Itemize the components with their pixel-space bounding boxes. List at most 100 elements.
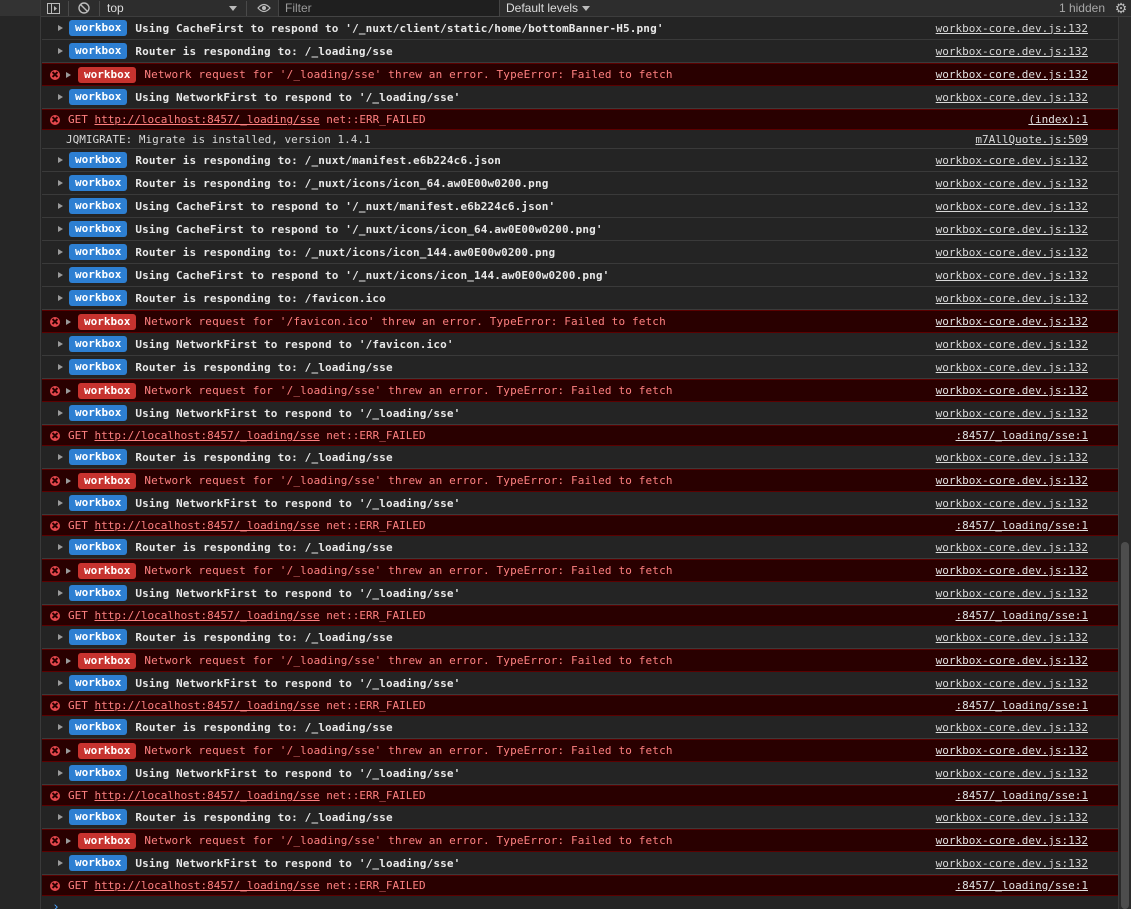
expand-arrow-icon[interactable] — [66, 71, 71, 78]
expand-arrow-icon[interactable] — [58, 180, 63, 186]
request-url-link[interactable]: http://localhost:8457/_loading/sse — [95, 609, 320, 622]
expand-arrow-icon[interactable] — [66, 657, 71, 664]
expand-arrow-icon[interactable] — [58, 410, 63, 416]
request-url-link[interactable]: http://localhost:8457/_loading/sse — [95, 699, 320, 712]
expand-arrow-icon[interactable] — [58, 500, 63, 506]
source-link[interactable]: workbox-core.dev.js:132 — [936, 315, 1088, 328]
source-link[interactable]: workbox-core.dev.js:132 — [936, 564, 1088, 577]
workbox-badge: workbox — [69, 539, 128, 555]
filter-input[interactable]: Filter — [278, 0, 500, 17]
source-link[interactable]: workbox-core.dev.js:132 — [936, 338, 1088, 351]
expand-arrow-icon[interactable] — [58, 814, 63, 820]
source-link[interactable]: :8457/_loading/sse:1 — [956, 429, 1088, 442]
log-message: Router is responding to: /_loading/sse — [135, 540, 393, 554]
source-link[interactable]: workbox-core.dev.js:132 — [936, 541, 1088, 554]
source-link[interactable]: workbox-core.dev.js:132 — [936, 269, 1088, 282]
expand-arrow-icon[interactable] — [58, 226, 63, 232]
log-row-info: workbox Router is responding to: /_loadin… — [42, 716, 1118, 739]
source-link[interactable]: workbox-core.dev.js:132 — [936, 587, 1088, 600]
source-link[interactable]: workbox-core.dev.js:132 — [936, 361, 1088, 374]
live-expression-button[interactable] — [250, 0, 278, 17]
log-row-info: workbox Router is responding to: /_nuxt/i… — [42, 241, 1118, 264]
expand-arrow-icon[interactable] — [58, 249, 63, 255]
context-selector[interactable]: top — [103, 0, 243, 17]
source-link[interactable]: :8457/_loading/sse:1 — [956, 789, 1088, 802]
expand-arrow-icon[interactable] — [58, 634, 63, 640]
source-link[interactable]: (index):1 — [1028, 113, 1088, 126]
expand-arrow-icon[interactable] — [58, 48, 63, 54]
source-link[interactable]: :8457/_loading/sse:1 — [956, 699, 1088, 712]
source-link[interactable]: workbox-core.dev.js:132 — [936, 407, 1088, 420]
source-link[interactable]: workbox-core.dev.js:132 — [936, 154, 1088, 167]
request-url-link[interactable]: http://localhost:8457/_loading/sse — [95, 879, 320, 892]
expand-arrow-icon[interactable] — [58, 364, 63, 370]
expand-arrow-icon[interactable] — [58, 203, 63, 209]
console-messages[interactable]: workbox Using CacheFirst to respond to '/… — [42, 17, 1118, 909]
source-link[interactable]: workbox-core.dev.js:132 — [936, 246, 1088, 259]
row-lead — [42, 762, 66, 784]
clear-console-button[interactable] — [72, 0, 96, 17]
expand-arrow-icon[interactable] — [58, 341, 63, 347]
source-link[interactable]: workbox-core.dev.js:132 — [936, 451, 1088, 464]
source-link[interactable]: workbox-core.dev.js:132 — [936, 811, 1088, 824]
expand-arrow-icon[interactable] — [58, 454, 63, 460]
expand-arrow-icon[interactable] — [66, 387, 71, 394]
request-url-link[interactable]: http://localhost:8457/_loading/sse — [95, 429, 320, 442]
request-url-link[interactable]: http://localhost:8457/_loading/sse — [95, 789, 320, 802]
expand-arrow-icon[interactable] — [58, 680, 63, 686]
source-link[interactable]: workbox-core.dev.js:132 — [936, 177, 1088, 190]
source-link[interactable]: workbox-core.dev.js:132 — [936, 834, 1088, 847]
expand-arrow-icon[interactable] — [58, 94, 63, 100]
expand-arrow-icon[interactable] — [66, 567, 71, 574]
log-row-info: workbox Router is responding to: /_nuxt/m… — [42, 149, 1118, 172]
source-link[interactable]: workbox-core.dev.js:132 — [936, 45, 1088, 58]
expand-arrow-icon[interactable] — [58, 157, 63, 163]
expand-arrow-icon[interactable] — [58, 272, 63, 278]
expand-arrow-icon[interactable] — [58, 770, 63, 776]
source-link[interactable]: workbox-core.dev.js:132 — [936, 200, 1088, 213]
chevron-down-icon — [229, 5, 237, 11]
source-link[interactable]: :8457/_loading/sse:1 — [956, 519, 1088, 532]
source-link[interactable]: workbox-core.dev.js:132 — [936, 654, 1088, 667]
request-url-link[interactable]: http://localhost:8457/_loading/sse — [95, 519, 320, 532]
expand-arrow-icon[interactable] — [58, 590, 63, 596]
source-link[interactable]: workbox-core.dev.js:132 — [936, 767, 1088, 780]
expand-arrow-icon[interactable] — [58, 295, 63, 301]
scrollbar-thumb[interactable] — [1121, 542, 1129, 909]
source-link[interactable]: workbox-core.dev.js:132 — [936, 857, 1088, 870]
expand-arrow-icon[interactable] — [66, 837, 71, 844]
expand-arrow-icon[interactable] — [66, 747, 71, 754]
log-row-info: workbox Router is responding to: /_loadin… — [42, 356, 1118, 379]
source-link[interactable]: workbox-core.dev.js:132 — [936, 384, 1088, 397]
expand-arrow-icon[interactable] — [66, 318, 71, 325]
console-prompt[interactable]: › — [42, 896, 1118, 909]
source-link[interactable]: m7AllQuote.js:509 — [975, 133, 1088, 146]
source-link[interactable]: workbox-core.dev.js:132 — [936, 22, 1088, 35]
log-row-info: workbox Using NetworkFirst to respond to … — [42, 762, 1118, 785]
expand-arrow-icon[interactable] — [66, 477, 71, 484]
source-link[interactable]: workbox-core.dev.js:132 — [936, 497, 1088, 510]
request-url-link[interactable]: http://localhost:8457/_loading/sse — [95, 113, 320, 126]
source-link[interactable]: workbox-core.dev.js:132 — [936, 292, 1088, 305]
log-message: Using NetworkFirst to respond to '/_load… — [135, 766, 461, 780]
expand-arrow-icon[interactable] — [58, 25, 63, 31]
source-link[interactable]: :8457/_loading/sse:1 — [956, 609, 1088, 622]
show-sidebar-button[interactable] — [41, 0, 65, 17]
console-scrollbar[interactable] — [1118, 17, 1131, 909]
log-row-error: workbox Network request for '/_loading/ss… — [42, 63, 1118, 86]
source-link[interactable]: workbox-core.dev.js:132 — [936, 677, 1088, 690]
source-link[interactable]: workbox-core.dev.js:132 — [936, 721, 1088, 734]
source-link[interactable]: workbox-core.dev.js:132 — [936, 474, 1088, 487]
source-link[interactable]: workbox-core.dev.js:132 — [936, 91, 1088, 104]
source-link[interactable]: :8457/_loading/sse:1 — [956, 879, 1088, 892]
log-levels-dropdown[interactable]: Default levels — [500, 0, 1059, 17]
source-link[interactable]: workbox-core.dev.js:132 — [936, 631, 1088, 644]
row-lead — [42, 40, 66, 62]
console-settings-button[interactable]: ⚙ — [1111, 0, 1131, 17]
source-link[interactable]: workbox-core.dev.js:132 — [936, 223, 1088, 236]
source-link[interactable]: workbox-core.dev.js:132 — [936, 68, 1088, 81]
expand-arrow-icon[interactable] — [58, 724, 63, 730]
expand-arrow-icon[interactable] — [58, 860, 63, 866]
expand-arrow-icon[interactable] — [58, 544, 63, 550]
source-link[interactable]: workbox-core.dev.js:132 — [936, 744, 1088, 757]
